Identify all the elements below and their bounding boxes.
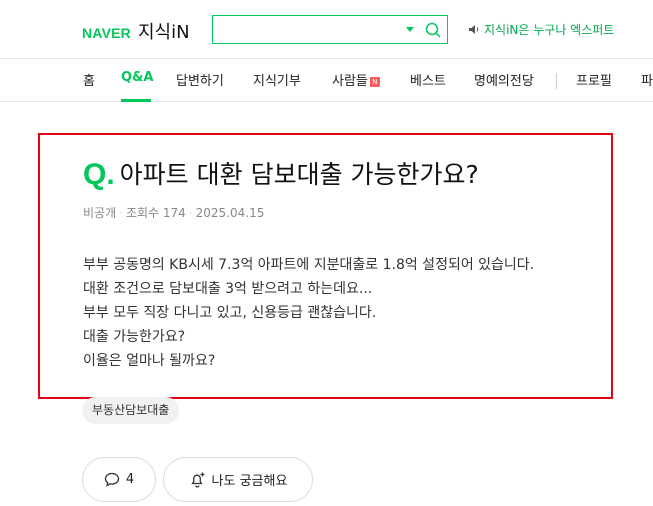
expert-link[interactable]: 지식iN은 누구나 엑스퍼트 bbox=[468, 21, 614, 38]
comment-icon bbox=[104, 472, 120, 487]
search-input[interactable] bbox=[219, 20, 399, 39]
nav-donate[interactable]: 지식기부 bbox=[253, 70, 301, 89]
search-box bbox=[212, 15, 448, 44]
question-title: 아파트 대환 담보대출 가능한가요? bbox=[119, 160, 479, 189]
question-mark-icon: Q. bbox=[83, 158, 115, 191]
question-body-line: 부부 공동명의 KB시세 7.3억 아파트에 지분대출로 1.8억 설정되어 있… bbox=[83, 257, 535, 273]
nav-active-indicator bbox=[121, 99, 151, 102]
comment-button[interactable]: 4 bbox=[82, 457, 156, 502]
curious-button-label: 나도 궁금해요 bbox=[211, 474, 288, 489]
jisikin-logo-text[interactable]: 지식iN bbox=[138, 18, 190, 44]
question-body: 부부 공동명의 KB시세 7.3억 아파트에 지분대출로 1.8억 설정되어 있… bbox=[83, 253, 534, 373]
question-body-line: 대출 가능한가요? bbox=[83, 329, 186, 345]
question-body-line: 부부 모두 직장 다니고 있고, 신용등급 괜찮습니다. bbox=[83, 305, 377, 321]
question-title-row: Q. 아파트 대환 담보대출 가능한가요? bbox=[83, 157, 479, 193]
question-views: 조회수 174 bbox=[125, 206, 186, 220]
naver-jisikin-logo[interactable]: NAVER 지식iN bbox=[82, 18, 190, 43]
question-author: 비공개 bbox=[83, 206, 117, 220]
speaker-icon bbox=[469, 25, 479, 34]
question-highlight-box: Q. 아파트 대환 담보대출 가능한가요? 비공개 · 조회수 174 · 2025.0… bbox=[38, 133, 613, 399]
question-meta: 비공개 · 조회수 174 · 2025.04.15 bbox=[83, 206, 265, 220]
comment-count: 4 bbox=[125, 472, 135, 487]
nav-people[interactable]: 사람들 N bbox=[332, 70, 380, 89]
question-body-line: 대환 조건으로 담보대출 3억 받으려고 하는데요... bbox=[83, 281, 373, 297]
nav-profile[interactable]: 프로필 bbox=[576, 70, 612, 89]
tag-chip[interactable]: 부동산담보대출 bbox=[82, 397, 180, 424]
nav-item-truncated[interactable]: 파 bbox=[641, 70, 653, 89]
search-icon[interactable] bbox=[424, 21, 442, 39]
nav-hall-of-fame[interactable]: 명예의전당 bbox=[474, 70, 534, 89]
expert-link-label: 지식iN은 누구나 엑스퍼트 bbox=[484, 23, 615, 37]
nav-qna[interactable]: Q&A bbox=[121, 70, 153, 85]
nav-home[interactable]: 홈 bbox=[83, 70, 95, 89]
nav-divider bbox=[556, 73, 557, 89]
main-nav: 홈 Q&A 답변하기 지식기부 사람들 N 베스트 명예의전당 프로필 파 bbox=[0, 58, 653, 102]
naver-logo-text[interactable]: NAVER bbox=[82, 25, 131, 41]
chevron-down-icon[interactable] bbox=[406, 27, 414, 32]
bell-plus-icon bbox=[190, 472, 205, 488]
new-badge: N bbox=[369, 77, 380, 87]
nav-answer[interactable]: 답변하기 bbox=[176, 70, 224, 89]
top-header: NAVER 지식iN 지식iN은 누구나 엑스퍼트 bbox=[0, 0, 653, 58]
nav-people-label: 사람들 bbox=[332, 74, 368, 89]
curious-button[interactable]: 나도 궁금해요 bbox=[163, 457, 313, 502]
nav-best[interactable]: 베스트 bbox=[410, 70, 446, 89]
question-body-line: 이율은 얼마나 될까요? bbox=[83, 353, 216, 369]
question-date: 2025.04.15 bbox=[195, 206, 265, 220]
